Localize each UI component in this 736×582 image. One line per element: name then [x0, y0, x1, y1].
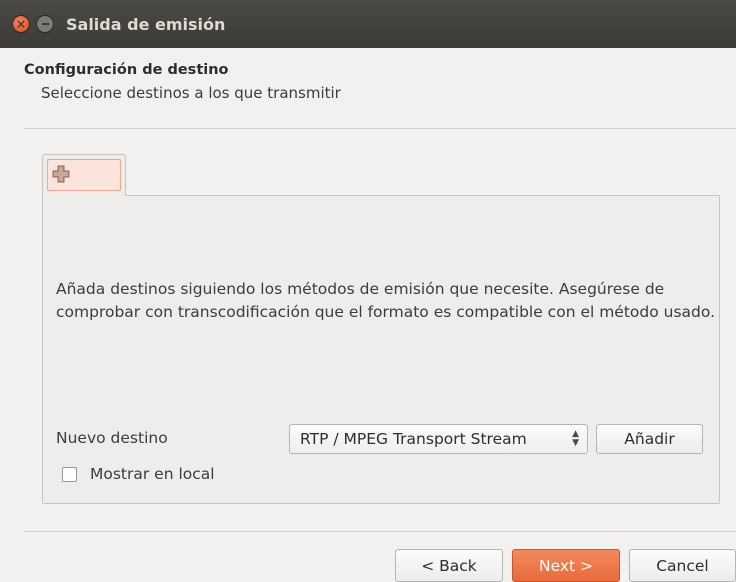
show-local-label[interactable]: Mostrar en local	[90, 465, 215, 483]
tab-add-destination[interactable]	[42, 154, 126, 196]
destination-method-value: RTP / MPEG Transport Stream	[300, 430, 527, 448]
close-window-button[interactable]: ×	[12, 15, 30, 33]
destination-method-select[interactable]: RTP / MPEG Transport Stream ▲ ▼	[289, 424, 588, 454]
new-destination-label: Nuevo destino	[56, 429, 168, 447]
next-button[interactable]: Next >	[512, 549, 620, 582]
spinner-arrows-icon: ▲ ▼	[572, 429, 579, 448]
plus-icon	[52, 165, 70, 183]
minimize-icon	[41, 23, 49, 25]
add-destination-button[interactable]: Añadir	[596, 424, 703, 454]
page-title: Configuración de destino	[24, 62, 229, 78]
tab-panel	[42, 195, 720, 504]
minimize-window-button[interactable]	[36, 15, 54, 33]
info-text: Añada destinos siguiendo los métodos de …	[56, 280, 716, 321]
window-title: Salida de emisión	[66, 14, 226, 34]
window-titlebar: × Salida de emisión	[0, 0, 736, 48]
footer-divider	[24, 531, 736, 532]
cancel-button[interactable]: Cancel	[629, 549, 736, 582]
show-local-row[interactable]: Mostrar en local	[62, 465, 215, 483]
tab-add-destination-highlight[interactable]	[47, 159, 121, 191]
page-subtitle: Seleccione destinos a los que transmitir	[41, 84, 341, 102]
close-icon: ×	[15, 17, 27, 31]
back-button[interactable]: < Back	[395, 549, 503, 582]
show-local-checkbox[interactable]	[62, 466, 77, 482]
header-divider	[24, 128, 736, 129]
